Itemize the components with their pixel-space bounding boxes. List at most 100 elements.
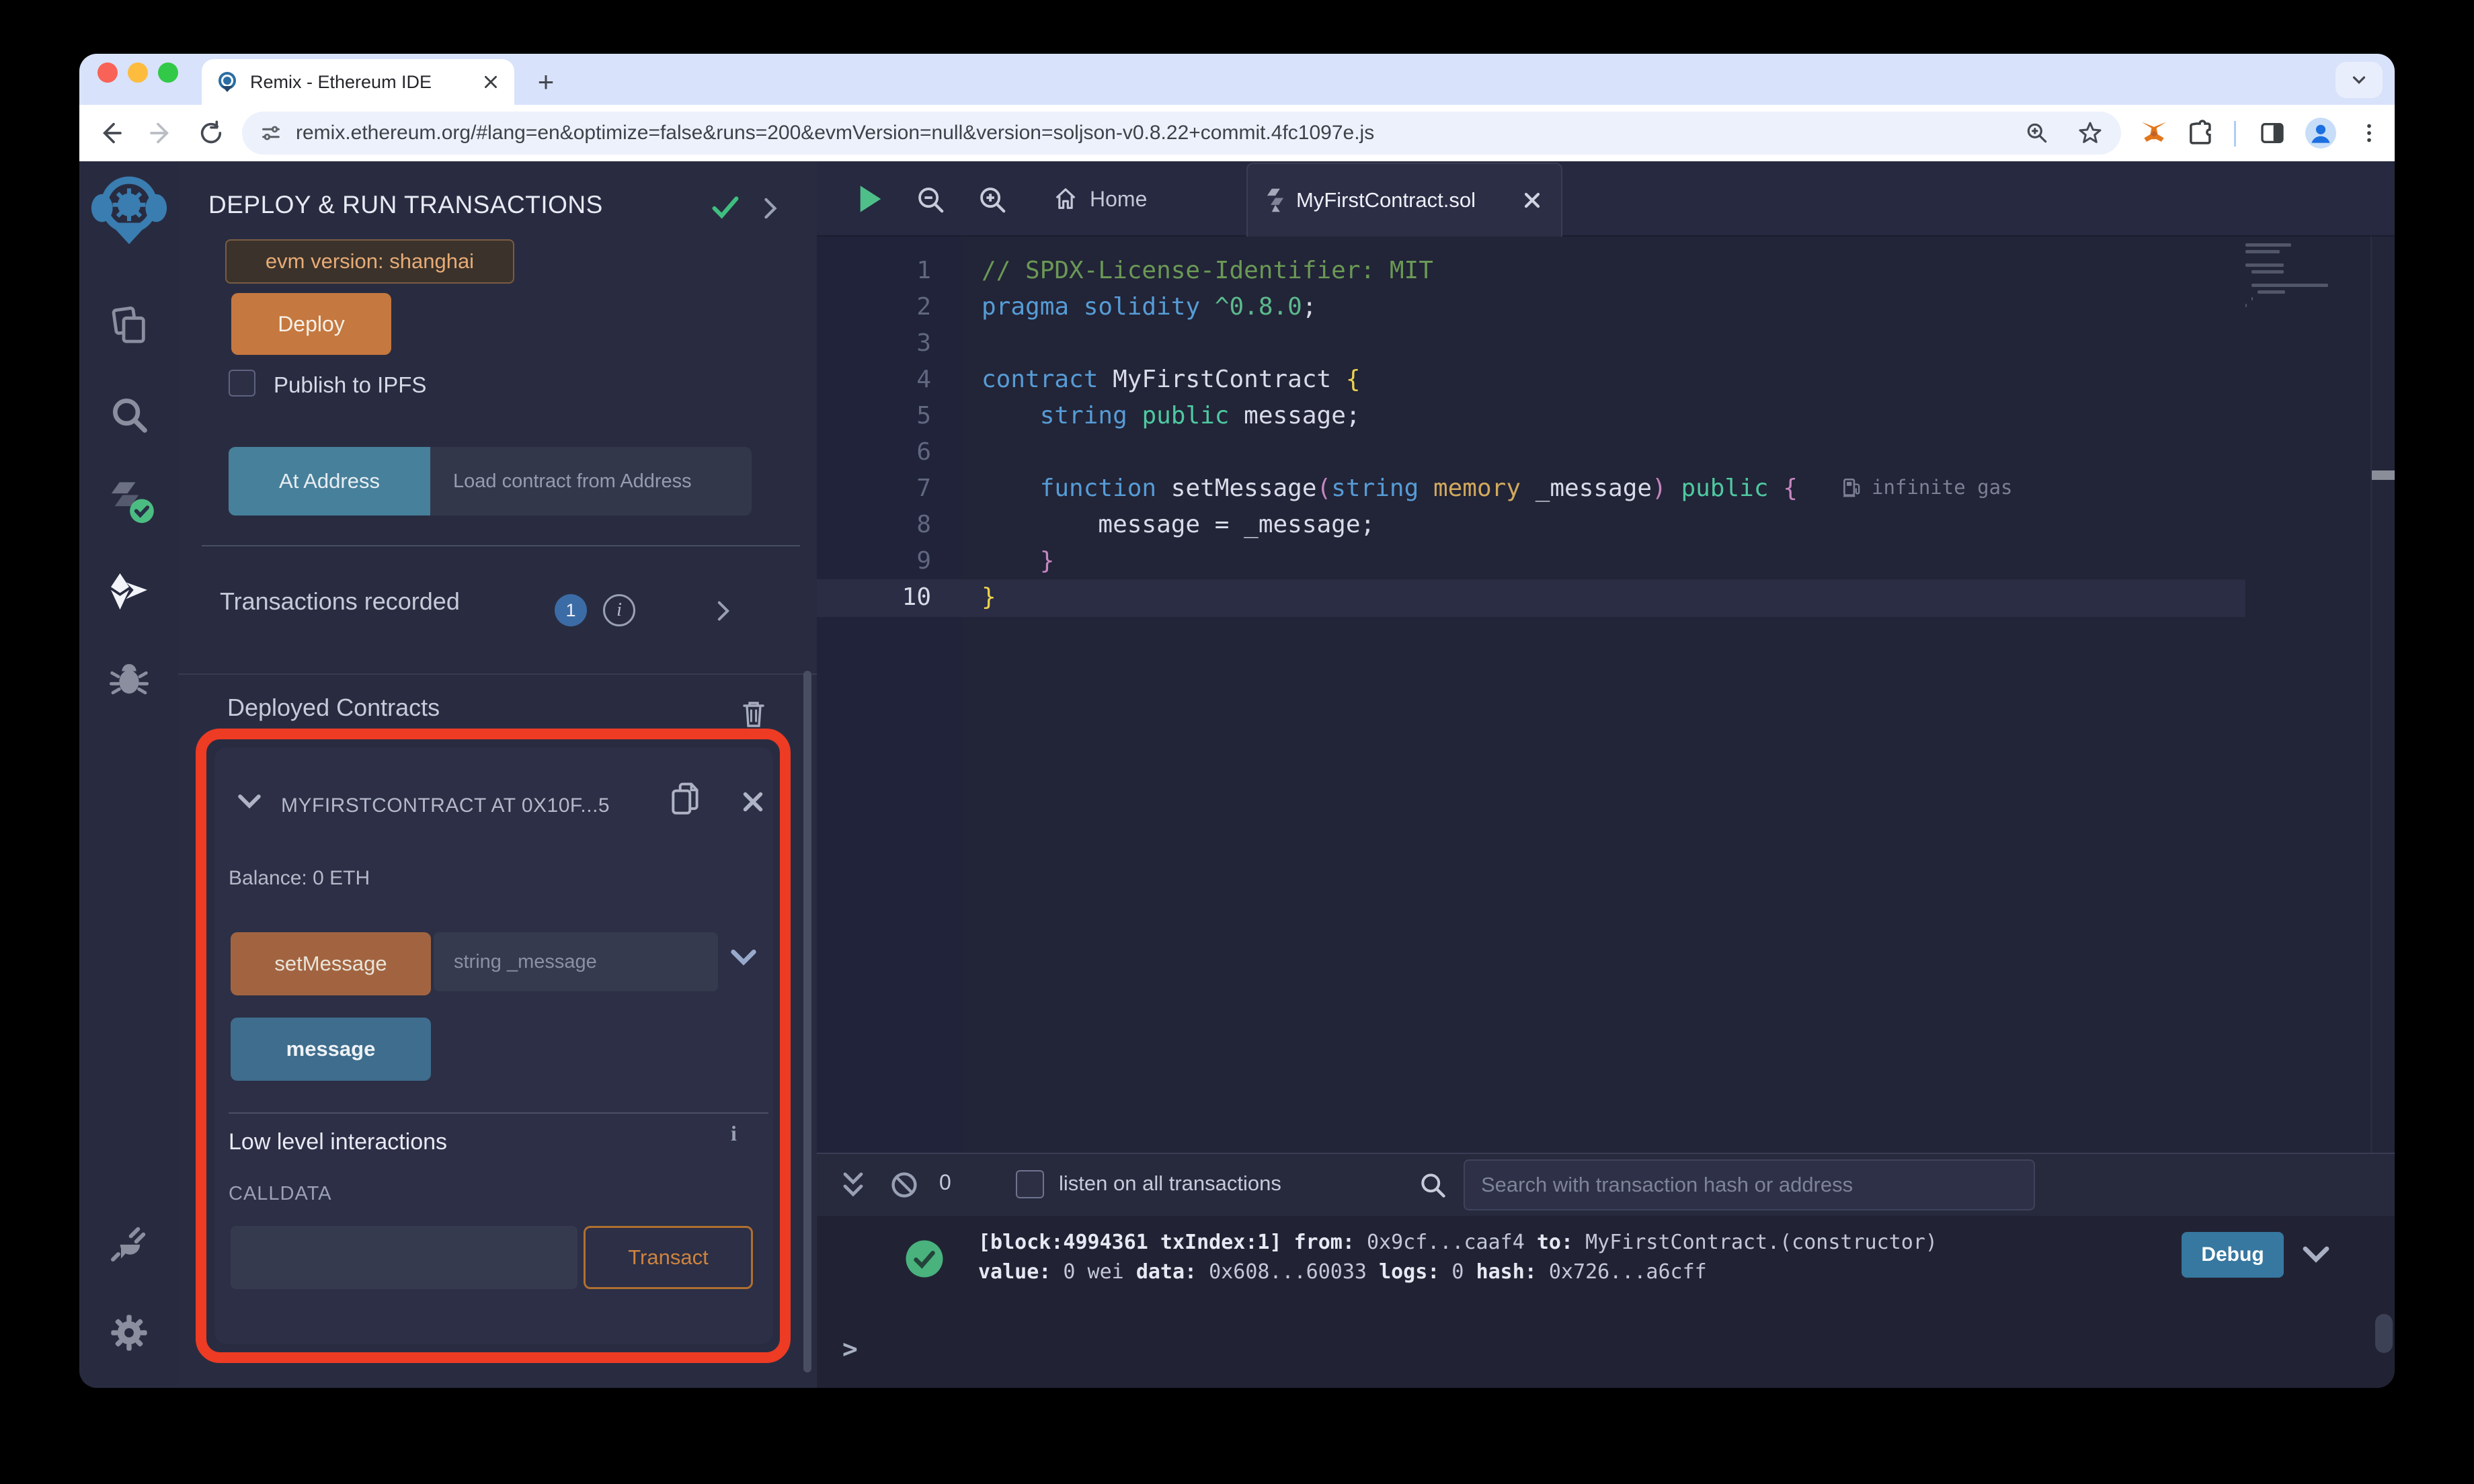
tab-close-icon[interactable] (482, 73, 500, 91)
deploy-button[interactable]: Deploy (231, 293, 391, 355)
terminal-toolbar: 0 listen on all transactions Search with… (817, 1154, 2395, 1216)
settings-gear-icon[interactable] (79, 1299, 178, 1366)
remix-icon-rail (79, 161, 179, 1388)
browser-toolbar: remix.ethereum.org/#lang=en&optimize=fal… (79, 105, 2395, 161)
browser-tab-strip: Remix - Ethereum IDE + (79, 54, 2395, 105)
transact-button[interactable]: Transact (584, 1226, 753, 1289)
gas-annotation-text: infinite gas (1872, 476, 2013, 499)
transactions-recorded-label: Transactions recorded (220, 587, 460, 615)
terminal-search-icon (1421, 1173, 1445, 1198)
remix-favicon (218, 72, 236, 92)
section-divider (178, 673, 817, 675)
tab-file-label: MyFirstContract.sol (1296, 188, 1476, 212)
listen-transactions-checkbox[interactable] (1016, 1170, 1044, 1198)
new-tab-button[interactable]: + (528, 65, 563, 99)
remix-logo[interactable] (79, 176, 178, 245)
card-divider (229, 1112, 768, 1114)
terminal: 0 listen on all transactions Search with… (817, 1153, 2395, 1388)
browser-window: Remix - Ethereum IDE + remix.ethereum.or… (79, 54, 2395, 1388)
extensions-puzzle-icon[interactable] (2182, 116, 2217, 151)
zoom-page-icon[interactable] (2024, 120, 2050, 146)
run-script-play-icon[interactable] (856, 183, 885, 215)
evm-version-badge: evm version: shanghai (225, 239, 514, 284)
forward-button[interactable] (144, 116, 179, 151)
tab-file-active[interactable]: MyFirstContract.sol (1246, 163, 1562, 237)
copy-address-icon[interactable] (669, 781, 703, 817)
screenshot-root: Remix - Ethereum IDE + remix.ethereum.or… (0, 0, 2474, 1484)
plugin-manager-icon[interactable] (79, 1210, 178, 1277)
transactions-count-badge: 1 (555, 594, 587, 626)
transactions-chevron-icon[interactable] (715, 600, 732, 622)
editor-scrollbar-thumb[interactable] (2372, 470, 2395, 480)
calldata-input[interactable] (231, 1226, 577, 1289)
deployed-contract-card: MYFIRSTCONTRACT AT 0X10F...5 Balance: 0 … (214, 747, 773, 1344)
tab-search-button[interactable] (2336, 62, 2383, 98)
terminal-search-input[interactable]: Search with transaction hash or address (1464, 1159, 2035, 1210)
pending-tx-count: 0 (939, 1170, 951, 1194)
clear-contracts-trash-icon[interactable] (740, 699, 767, 729)
contract-title[interactable]: MYFIRSTCONTRACT AT 0X10F...5 (281, 794, 625, 817)
set-message-button[interactable]: setMessage (231, 932, 431, 995)
low-level-info-icon[interactable]: i (731, 1121, 737, 1146)
chevron-down-icon (2352, 76, 2366, 85)
reload-button[interactable] (194, 116, 229, 151)
editor-area: Home MyFirstContract.sol 1 // SPDX-Licen… (817, 161, 2395, 1388)
back-button[interactable] (93, 116, 128, 151)
contract-collapse-chevron-icon[interactable] (237, 792, 262, 811)
browser-tab[interactable]: Remix - Ethereum IDE (202, 59, 514, 105)
debug-button[interactable]: Debug (2182, 1232, 2284, 1278)
message-button[interactable]: message (231, 1018, 431, 1081)
at-address-input[interactable]: Load contract from Address (430, 447, 752, 516)
remove-contract-icon[interactable] (740, 789, 766, 815)
address-bar[interactable]: remix.ethereum.org/#lang=en&optimize=fal… (242, 112, 2121, 155)
site-settings-icon[interactable] (260, 122, 282, 145)
terminal-scrollbar-thumb[interactable] (2375, 1314, 2393, 1353)
metamask-extension-icon[interactable] (2137, 116, 2171, 151)
side-panel-icon[interactable] (2255, 116, 2290, 151)
set-message-input[interactable]: string _message (434, 932, 718, 991)
transaction-log[interactable]: [block:4994361 txIndex:1] from: 0x9cf...… (978, 1228, 1938, 1287)
solidity-compiler-icon[interactable] (79, 468, 178, 535)
expand-params-chevron-icon[interactable] (729, 946, 758, 968)
deploy-run-panel: DEPLOY & RUN TRANSACTIONS evm version: s… (178, 161, 817, 1388)
url-text: remix.ethereum.org/#lang=en&optimize=fal… (296, 122, 1375, 144)
tab-title: Remix - Ethereum IDE (250, 71, 432, 92)
deploy-run-icon[interactable] (79, 558, 178, 625)
at-address-button[interactable]: At Address (229, 447, 430, 516)
bookmark-star-icon[interactable] (2077, 120, 2104, 147)
editor-scrollbar[interactable] (2370, 237, 2395, 1153)
tab-file-close-icon[interactable] (1522, 190, 1542, 210)
panel-title: DEPLOY & RUN TRANSACTIONS (208, 191, 603, 218)
log-expand-chevron-icon[interactable] (2301, 1243, 2331, 1266)
compiled-check-icon (712, 196, 739, 219)
deployed-contracts-label: Deployed Contracts (227, 694, 440, 721)
close-window-button[interactable] (97, 63, 118, 83)
file-explorer-icon[interactable] (79, 292, 178, 359)
maximize-window-button[interactable] (158, 63, 178, 83)
browser-menu-icon[interactable] (2352, 116, 2387, 151)
editor-tab-bar: Home MyFirstContract.sol (817, 161, 2395, 237)
gas-pump-icon (1843, 479, 1860, 497)
contract-balance: Balance: 0 ETH (229, 867, 370, 889)
tab-home[interactable]: Home (1052, 161, 1147, 237)
panel-scrollbar[interactable] (803, 671, 811, 1372)
listen-transactions-label[interactable]: listen on all transactions (1059, 1171, 1281, 1196)
zoom-out-icon[interactable] (915, 184, 946, 215)
publish-ipfs-checkbox[interactable] (229, 370, 255, 397)
publish-ipfs-label[interactable]: Publish to IPFS (274, 372, 426, 398)
zoom-in-icon[interactable] (977, 184, 1008, 215)
terminal-prompt[interactable]: > (842, 1334, 858, 1364)
search-icon[interactable] (79, 381, 178, 448)
panel-expand-chevron-icon[interactable] (760, 196, 781, 220)
transactions-info-icon[interactable]: i (603, 594, 635, 626)
profile-avatar[interactable] (2303, 116, 2338, 151)
low-level-title: Low level interactions (229, 1129, 448, 1155)
tab-home-label: Home (1090, 186, 1148, 211)
collapse-terminal-icon[interactable] (841, 1170, 865, 1200)
code-editor[interactable]: 1// SPDX-License-Identifier: MIT 2 pragma … (817, 237, 2395, 1153)
solidity-file-icon (1267, 188, 1284, 212)
minimize-window-button[interactable] (128, 63, 148, 83)
debugger-icon[interactable] (79, 647, 178, 714)
clear-console-icon[interactable] (889, 1170, 919, 1200)
calldata-label: CALLDATA (229, 1183, 332, 1204)
